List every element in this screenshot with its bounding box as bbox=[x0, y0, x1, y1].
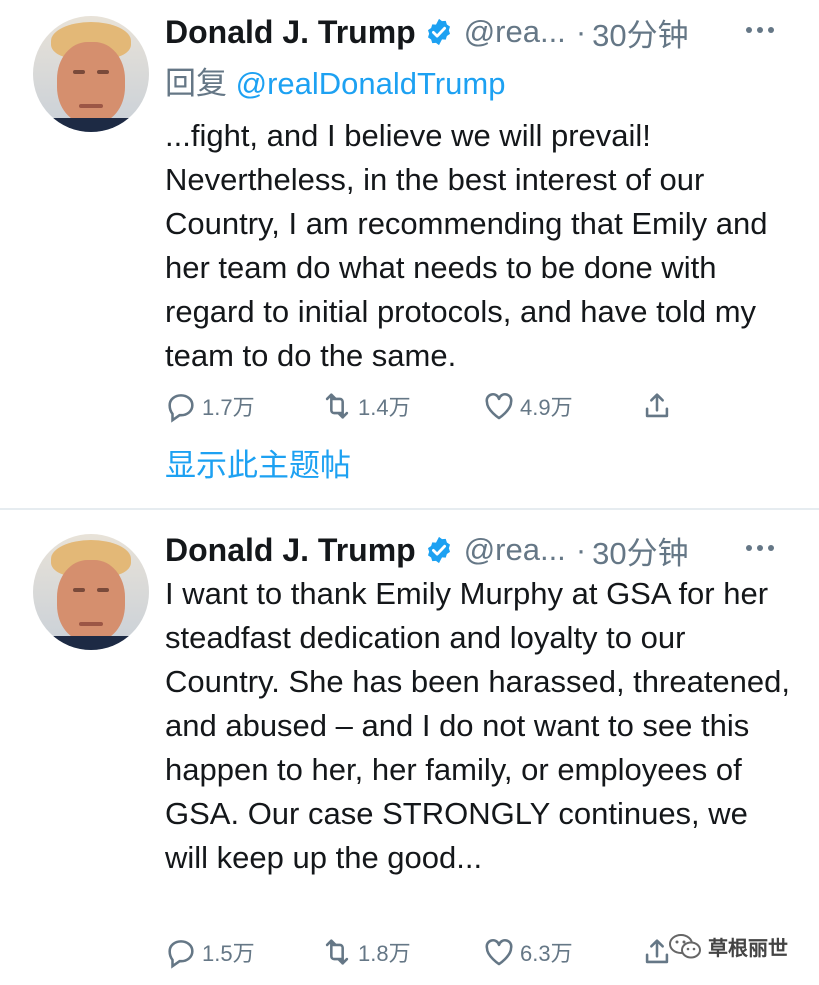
like-button[interactable]: 4.9万 bbox=[482, 384, 573, 428]
avatar-eye bbox=[97, 70, 109, 74]
reply-button[interactable]: 1.7万 bbox=[164, 384, 255, 428]
author-handle[interactable]: @rea... bbox=[464, 532, 566, 568]
author-handle[interactable]: @rea... bbox=[464, 14, 566, 50]
replying-to: 回复 @realDonaldTrump bbox=[165, 58, 505, 103]
wechat-icon bbox=[669, 933, 701, 958]
tweet-header: Donald J. Trump @rea... · 30分钟 bbox=[165, 10, 689, 54]
tweet-actions: 1.5万 1.8万 6.3万 bbox=[160, 930, 720, 974]
avatar[interactable] bbox=[33, 16, 149, 132]
show-thread-link[interactable]: 显示此主题帖 bbox=[165, 440, 351, 485]
share-button[interactable] bbox=[640, 384, 674, 428]
watermark: 草根丽世 bbox=[668, 932, 788, 961]
like-icon bbox=[485, 938, 513, 966]
reply-icon bbox=[168, 940, 194, 969]
avatar-eye bbox=[97, 588, 109, 592]
tweet-actions: 1.7万 1.4万 4.9万 bbox=[160, 384, 720, 428]
avatar-face bbox=[57, 560, 125, 642]
reply-icon bbox=[168, 394, 194, 423]
separator-dot: · bbox=[575, 532, 587, 567]
tweet-text: ...fight, and I believe we will prevail!… bbox=[165, 118, 768, 373]
verified-badge-icon bbox=[427, 18, 450, 46]
retweet-count: 1.4万 bbox=[358, 395, 411, 420]
reply-count: 1.5万 bbox=[202, 941, 255, 966]
avatar-mouth bbox=[79, 104, 103, 108]
tweet-text: I want to thank Emily Murphy at GSA for … bbox=[165, 576, 791, 875]
like-button[interactable]: 6.3万 bbox=[482, 930, 573, 974]
share-icon bbox=[645, 393, 669, 418]
replying-mention-link[interactable]: @realDonaldTrump bbox=[236, 66, 506, 101]
tweet-header: Donald J. Trump @rea... · 30分钟 bbox=[165, 528, 689, 572]
like-count: 4.9万 bbox=[520, 395, 573, 420]
more-icon[interactable] bbox=[746, 20, 786, 40]
reply-count: 1.7万 bbox=[202, 395, 255, 420]
reply-button[interactable]: 1.5万 bbox=[164, 930, 255, 974]
timestamp[interactable]: 30分钟 bbox=[592, 528, 688, 573]
author-name[interactable]: Donald J. Trump bbox=[165, 14, 416, 51]
watermark-text: 草根丽世 bbox=[708, 938, 788, 960]
avatar-eye bbox=[73, 588, 85, 592]
retweet-icon bbox=[325, 939, 349, 965]
replying-prefix: 回复 bbox=[165, 66, 227, 101]
separator-dot: · bbox=[575, 14, 587, 49]
retweet-count: 1.8万 bbox=[358, 941, 411, 966]
author-name[interactable]: Donald J. Trump bbox=[165, 532, 416, 569]
like-count: 6.3万 bbox=[520, 941, 573, 966]
avatar-collar bbox=[33, 118, 149, 132]
retweet-icon bbox=[325, 393, 349, 419]
avatar-collar bbox=[33, 636, 149, 650]
verified-badge-icon bbox=[427, 536, 450, 564]
avatar-eye bbox=[73, 70, 85, 74]
timestamp[interactable]: 30分钟 bbox=[592, 10, 688, 55]
retweet-button[interactable]: 1.4万 bbox=[320, 384, 411, 428]
tweet-1[interactable]: Donald J. Trump @rea... · 30分钟 回复 @realD… bbox=[0, 0, 819, 508]
more-icon[interactable] bbox=[746, 538, 786, 558]
avatar[interactable] bbox=[33, 534, 149, 650]
like-icon bbox=[485, 392, 513, 420]
tweet-2[interactable]: Donald J. Trump @rea... · 30分钟 I want to… bbox=[0, 510, 819, 985]
avatar-mouth bbox=[79, 622, 103, 626]
avatar-face bbox=[57, 42, 125, 124]
retweet-button[interactable]: 1.8万 bbox=[320, 930, 411, 974]
